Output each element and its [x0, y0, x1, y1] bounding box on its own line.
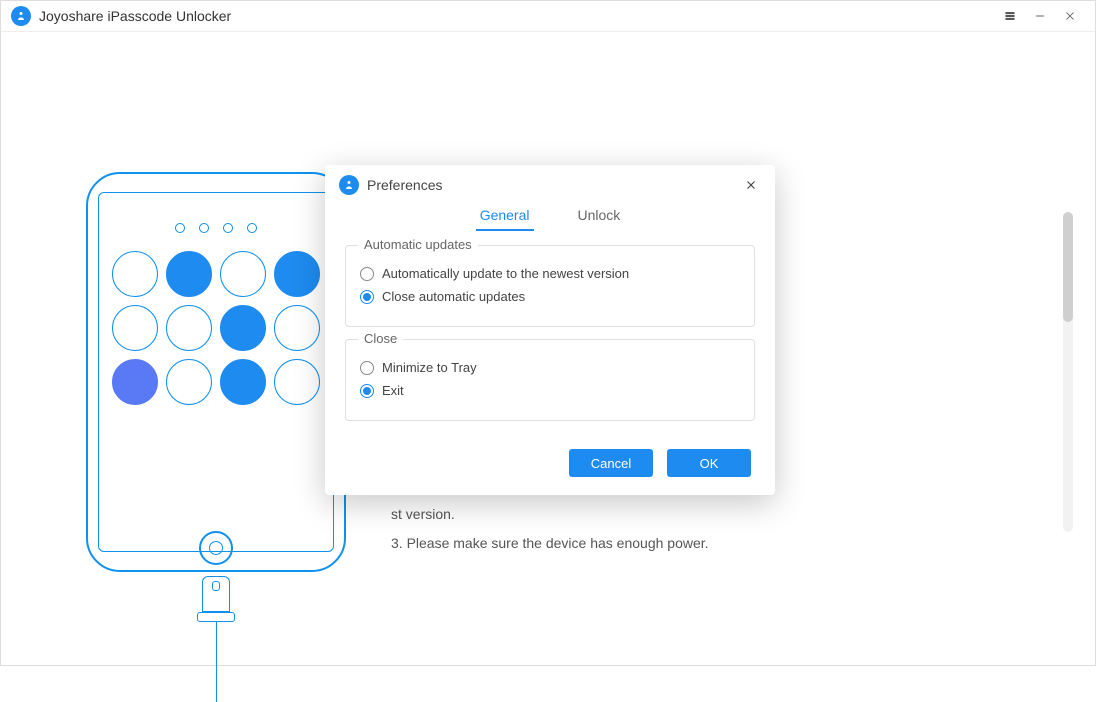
group-legend: Automatic updates [358, 237, 478, 252]
step-2: st version. [391, 501, 1055, 528]
lightning-plug-icon [202, 576, 230, 612]
preferences-dialog: Preferences General Unlock Automatic upd… [325, 165, 775, 495]
radio-close-updates[interactable]: Close automatic updates [360, 289, 740, 304]
tab-general[interactable]: General [476, 201, 534, 231]
minimize-icon [1033, 9, 1047, 23]
app-window: Joyoshare iPasscode Unlocker [0, 0, 1096, 666]
step-3: 3. Please make sure the device has enoug… [391, 530, 1055, 557]
tab-unlock[interactable]: Unlock [574, 201, 625, 231]
radio-label: Automatically update to the newest versi… [382, 266, 629, 281]
radio-icon [360, 290, 374, 304]
scrollbar[interactable] [1063, 212, 1073, 532]
dialog-title: Preferences [367, 177, 442, 193]
passcode-dots [175, 223, 257, 233]
radio-auto-update[interactable]: Automatically update to the newest versi… [360, 266, 740, 281]
radio-icon [360, 267, 374, 281]
menu-icon [1003, 9, 1017, 23]
dialog-body: Automatic updates Automatically update t… [325, 235, 775, 441]
group-automatic-updates: Automatic updates Automatically update t… [345, 245, 755, 327]
radio-minimize-tray[interactable]: Minimize to Tray [360, 360, 740, 375]
close-icon [1063, 9, 1077, 23]
radio-label: Close automatic updates [382, 289, 525, 304]
dialog-header: Preferences [325, 165, 775, 201]
close-button[interactable] [1055, 1, 1085, 31]
group-close-behavior: Close Minimize to Tray Exit [345, 339, 755, 421]
menu-button[interactable] [995, 1, 1025, 31]
titlebar: Joyoshare iPasscode Unlocker [1, 1, 1095, 32]
app-title: Joyoshare iPasscode Unlocker [39, 8, 231, 24]
cancel-button[interactable]: Cancel [569, 449, 653, 477]
home-button-icon [199, 531, 233, 565]
group-legend: Close [358, 331, 403, 346]
dialog-logo [339, 175, 359, 195]
phone-screen [98, 192, 334, 552]
phone-outline [86, 172, 346, 572]
app-logo [11, 6, 31, 26]
close-icon [744, 178, 758, 192]
cable-illustration [197, 572, 235, 702]
dialog-footer: Cancel OK [325, 441, 775, 495]
scrollbar-thumb[interactable] [1063, 212, 1073, 322]
dialog-close-button[interactable] [741, 175, 761, 195]
ok-button[interactable]: OK [667, 449, 751, 477]
radio-exit[interactable]: Exit [360, 383, 740, 398]
dialog-tabs: General Unlock [325, 201, 775, 235]
radio-icon [360, 361, 374, 375]
radio-label: Minimize to Tray [382, 360, 477, 375]
minimize-button[interactable] [1025, 1, 1055, 31]
keypad [112, 251, 320, 405]
radio-label: Exit [382, 383, 404, 398]
radio-icon [360, 384, 374, 398]
